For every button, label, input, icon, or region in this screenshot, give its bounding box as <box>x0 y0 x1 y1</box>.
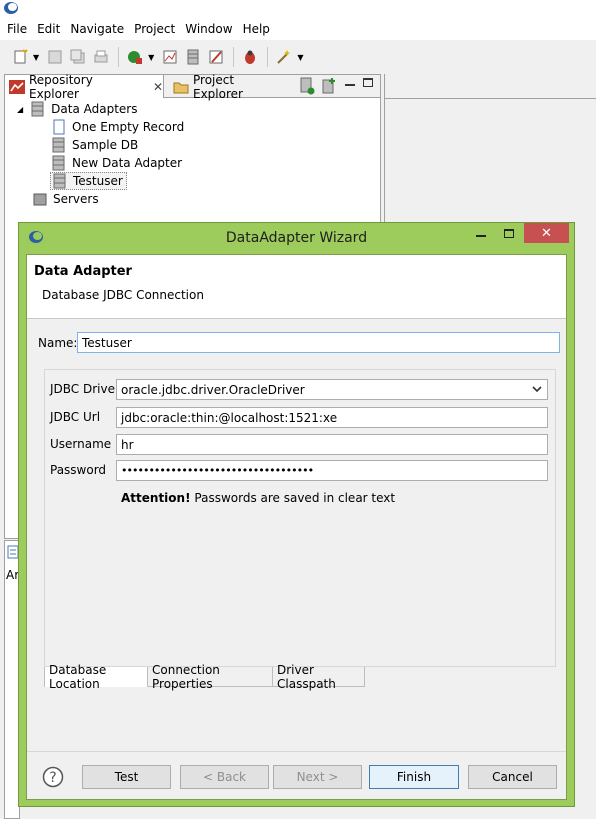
expand-triangle-icon[interactable]: ◢ <box>17 105 23 114</box>
server-icon <box>33 191 47 207</box>
tree-label: New Data Adapter <box>72 156 183 170</box>
minimize-window-icon[interactable] <box>468 223 494 243</box>
menu-project[interactable]: Project <box>127 18 175 40</box>
close-icon: ✕ <box>541 225 552 241</box>
cancel-button[interactable]: Cancel <box>468 765 557 789</box>
tree-node-servers[interactable]: Servers <box>33 190 99 208</box>
new-file-icon[interactable] <box>10 47 30 67</box>
edit-report-icon[interactable] <box>206 47 226 67</box>
view-tab-bar: Repository Explorer ✕ Project Explorer <box>5 72 380 101</box>
jdbc-driver-value: oracle.jdbc.driver.OracleDriver <box>121 382 305 397</box>
close-tab-icon[interactable]: ✕ <box>153 80 163 94</box>
menu-help[interactable]: Help <box>236 18 270 40</box>
main-toolbar: ▼ ▼ ▼ <box>0 40 596 74</box>
eclipse-logo-icon <box>3 1 19 15</box>
tab-label: Project Explorer <box>193 72 243 101</box>
tab-connection-properties[interactable]: Connection Properties <box>148 663 273 691</box>
repository-icon <box>9 79 25 94</box>
password-input[interactable]: ••••••••••••••••••••••••••••••••••• <box>116 460 548 481</box>
close-window-button[interactable]: ✕ <box>524 223 569 243</box>
chevron-down-icon[interactable] <box>532 386 542 393</box>
tree-node-testuser[interactable]: Testuser <box>50 172 127 190</box>
tab-driver-classpath[interactable]: Driver Classpath <box>273 663 365 691</box>
print-icon <box>91 47 111 67</box>
svg-text:?: ? <box>49 770 56 786</box>
menu-edit[interactable]: Edit <box>30 18 60 40</box>
attention-text: Passwords are saved in clear text <box>194 491 396 505</box>
maximize-view-icon[interactable] <box>363 78 373 87</box>
next-button[interactable]: Next > <box>273 765 362 789</box>
name-label: Name: <box>38 336 78 350</box>
app-title-strip <box>0 0 596 18</box>
database-icon <box>52 137 66 153</box>
finish-button[interactable]: Finish <box>369 765 459 789</box>
menu-navigate[interactable]: Navigate <box>63 18 124 40</box>
jdbc-url-input[interactable]: jdbc:oracle:thin:@localhost:1521:xe <box>116 407 548 428</box>
new-dropdown-chevron-icon[interactable]: ▼ <box>33 53 39 62</box>
toolbar-separator <box>118 47 120 67</box>
save-all-icon <box>68 47 88 67</box>
empty-record-icon <box>52 119 66 135</box>
database-icon <box>52 155 66 171</box>
name-input[interactable]: Testuser <box>77 332 560 353</box>
database-add-icon[interactable] <box>299 77 315 95</box>
tree-node-one-empty-record[interactable]: One Empty Record <box>52 118 184 136</box>
attention-bold: Attention! <box>121 491 191 505</box>
help-icon[interactable]: ? <box>42 766 64 788</box>
wand-dropdown-chevron-icon[interactable]: ▼ <box>297 53 303 62</box>
username-input[interactable]: hr <box>116 434 548 455</box>
chart-icon[interactable] <box>160 47 180 67</box>
run-report-icon[interactable] <box>125 47 145 67</box>
debug-bug-icon[interactable] <box>240 47 260 67</box>
tree-label: Testuser <box>73 174 123 188</box>
dataadapter-wizard-dialog: DataAdapter Wizard ✕ Data Adapter Databa… <box>18 222 575 807</box>
jdbc-driver-label: JDBC Driver <box>50 382 120 396</box>
tab-label: Repository Explorer <box>29 72 93 101</box>
menu-window[interactable]: Window <box>178 18 232 40</box>
new-adapter-icon[interactable] <box>321 77 337 95</box>
database-icon <box>53 173 67 189</box>
toolbar-separator <box>267 47 269 67</box>
minimize-view-icon[interactable] <box>345 84 355 86</box>
menu-file[interactable]: File <box>0 18 27 40</box>
attention-note: Attention! Passwords are saved in clear … <box>121 491 395 505</box>
tree-node-new-data-adapter[interactable]: New Data Adapter <box>52 154 182 172</box>
wizard-header: Data Adapter Database JDBC Connection <box>27 255 566 319</box>
button-bar-divider <box>27 751 566 752</box>
jdbc-url-label: JDBC Url <box>50 410 101 424</box>
jdbc-driver-select[interactable]: oracle.jdbc.driver.OracleDriver <box>116 379 548 400</box>
tab-database-location[interactable]: Database Location <box>44 663 148 691</box>
folder-icon <box>173 80 189 94</box>
back-button[interactable]: < Back <box>180 765 269 789</box>
connection-panel: JDBC Driver oracle.jdbc.driver.OracleDri… <box>44 369 556 667</box>
tree-node-sample-db[interactable]: Sample DB <box>52 136 138 154</box>
toolbar-separator <box>233 47 235 67</box>
maximize-window-icon[interactable] <box>496 223 522 243</box>
dialog-content: Data Adapter Database JDBC Connection Na… <box>26 254 567 800</box>
bottom-tab-bar: Database Location Connection Properties … <box>44 663 556 691</box>
username-label: Username <box>50 437 112 451</box>
save-icon <box>45 47 65 67</box>
test-button[interactable]: Test <box>82 765 171 789</box>
password-label: Password <box>50 463 107 477</box>
database-icon[interactable] <box>183 47 203 67</box>
tab-repository-explorer[interactable]: Repository Explorer ✕ <box>5 72 164 101</box>
tree-label: Servers <box>53 192 99 206</box>
tree-label: Data Adapters <box>51 102 138 116</box>
wand-icon[interactable] <box>274 47 294 67</box>
tab-project-explorer[interactable]: Project Explorer <box>169 72 281 101</box>
wizard-page-title: Data Adapter <box>34 264 132 279</box>
menu-bar: File Edit Navigate Project Window Help <box>0 18 596 40</box>
tree-label: One Empty Record <box>72 120 185 134</box>
tree-node-data-adapters[interactable]: ◢ Data Adapters <box>17 100 137 118</box>
tree-label: Sample DB <box>72 138 139 152</box>
database-icon <box>31 101 45 117</box>
run-dropdown-chevron-icon[interactable]: ▼ <box>148 53 154 62</box>
wizard-page-subtitle: Database JDBC Connection <box>42 288 204 302</box>
